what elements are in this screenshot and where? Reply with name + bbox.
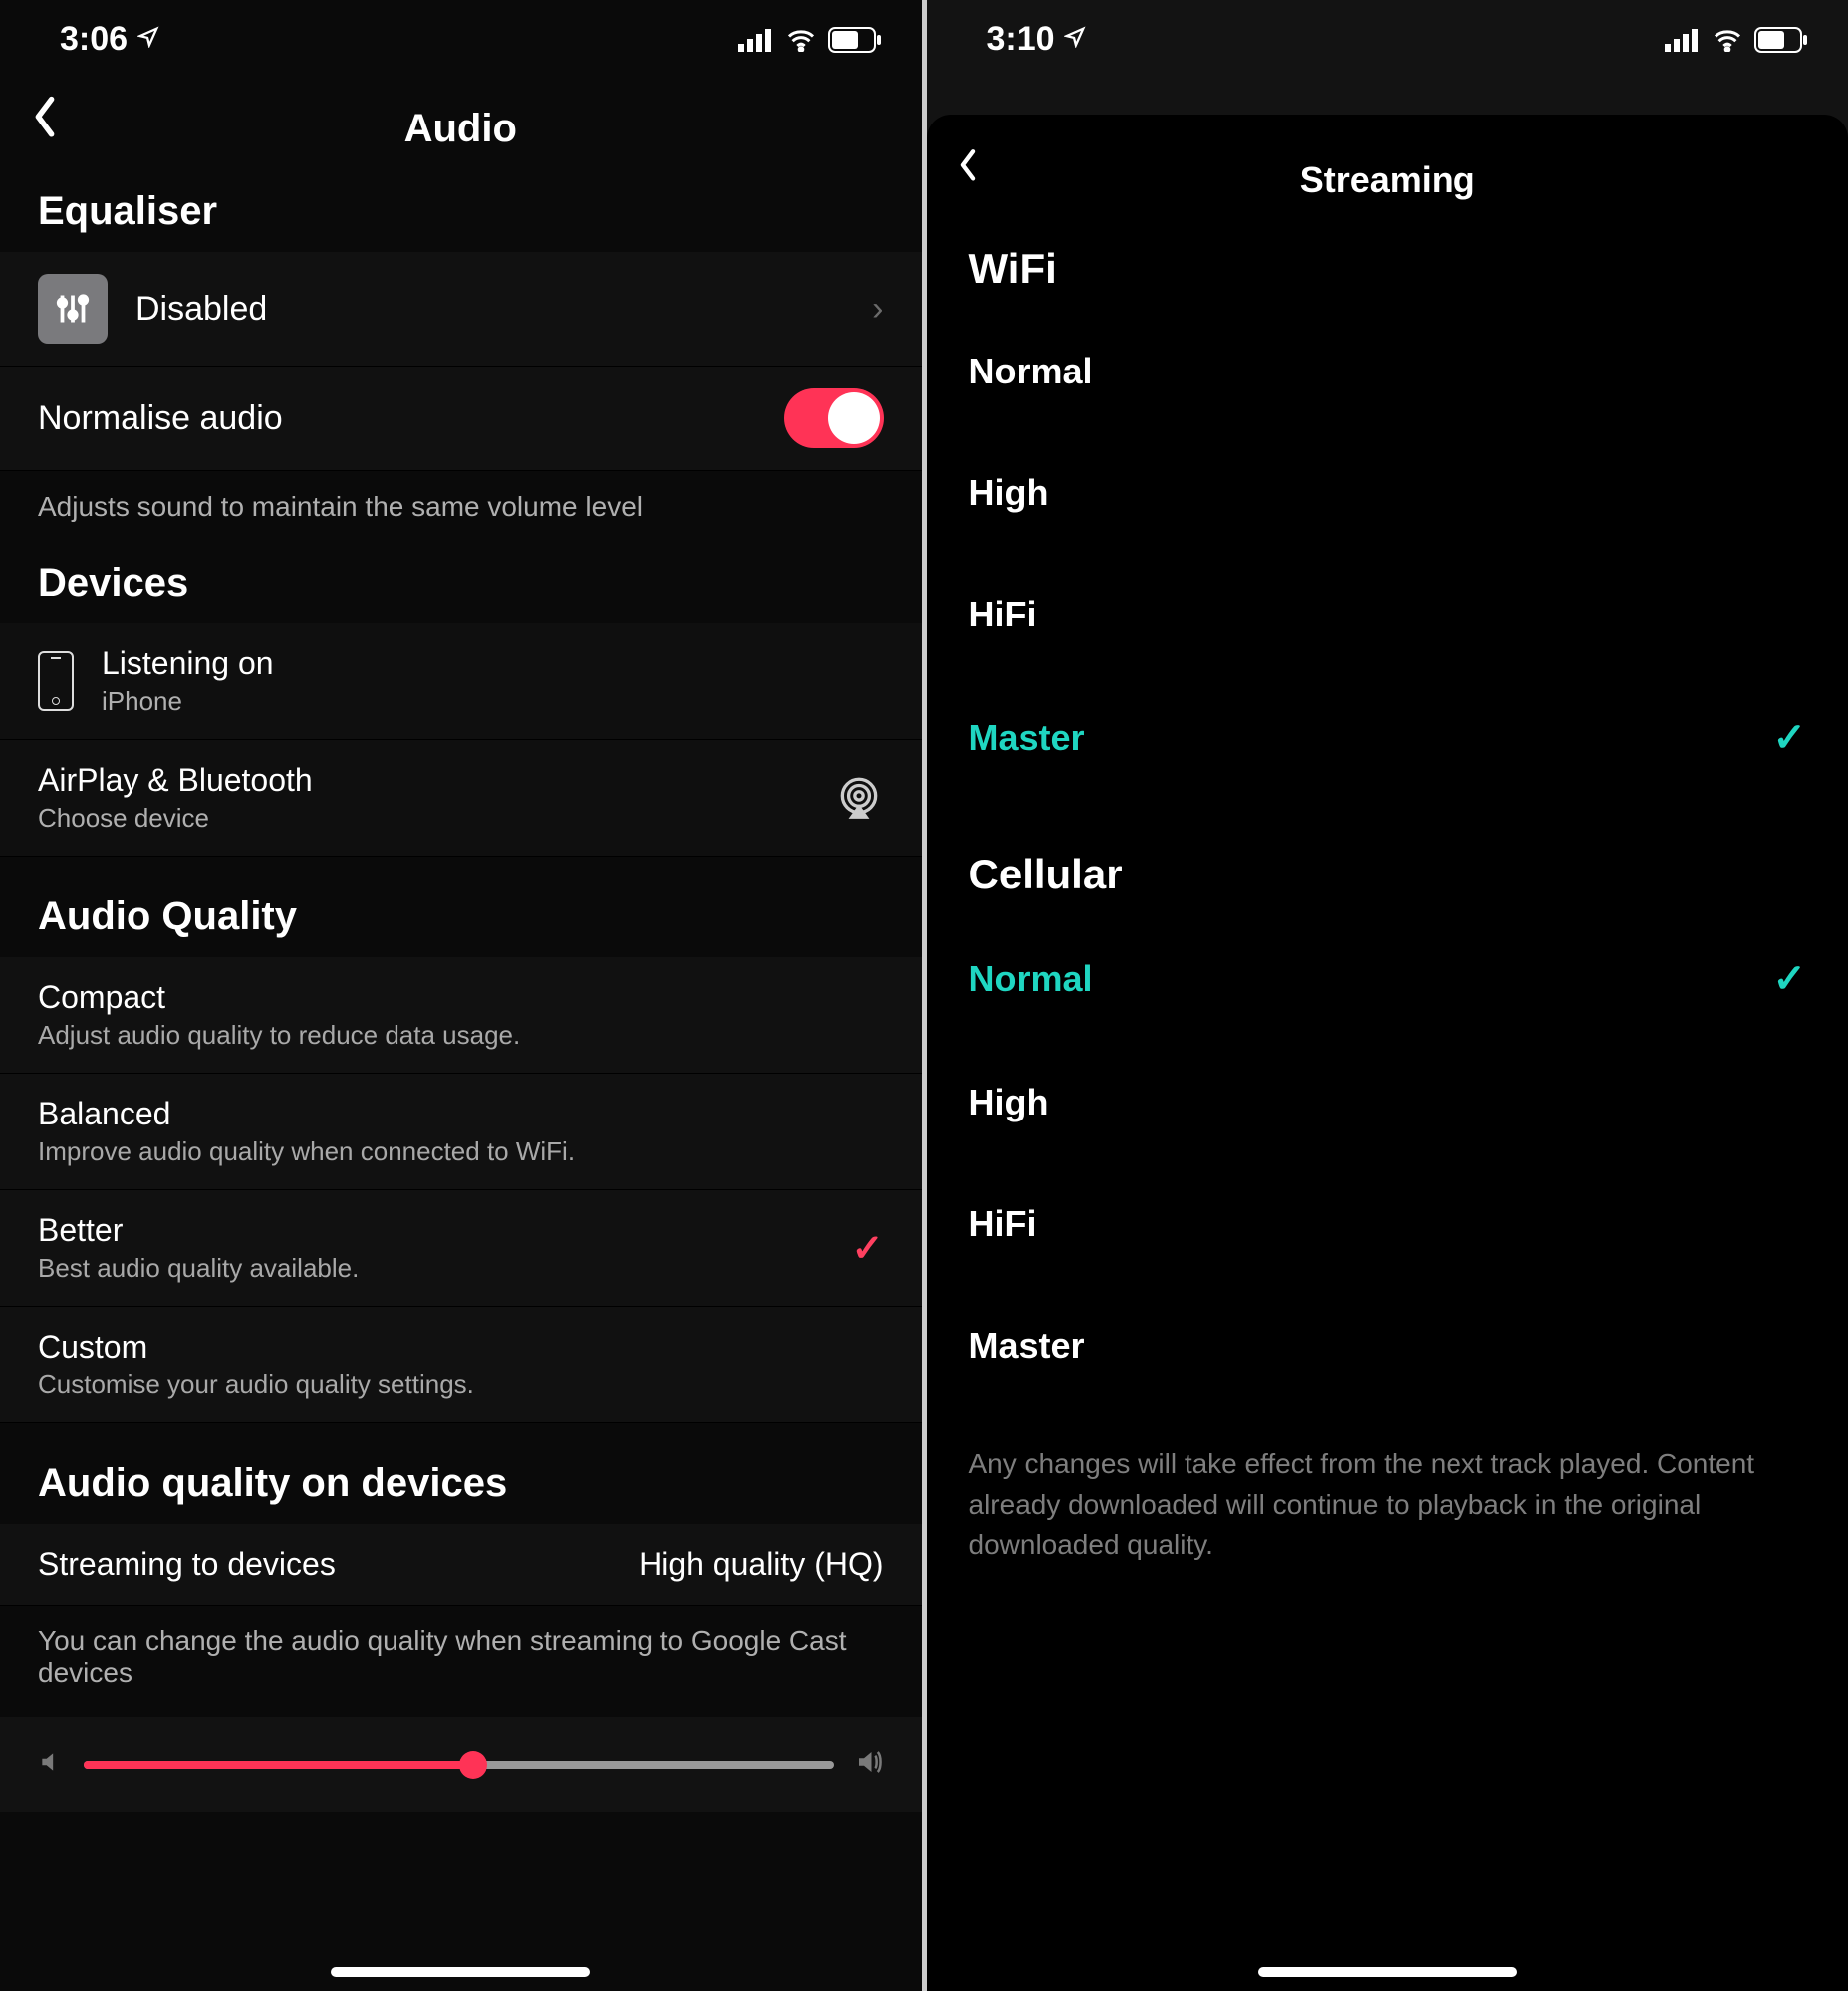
- streaming-to-devices-row[interactable]: Streaming to devices High quality (HQ): [0, 1524, 922, 1606]
- listening-row[interactable]: Listening on iPhone: [0, 623, 922, 740]
- normalise-row[interactable]: Normalise audio: [0, 367, 922, 471]
- nav-header: Streaming: [927, 115, 1848, 229]
- chevron-right-icon: ›: [872, 290, 883, 329]
- airplay-sub: Choose device: [38, 803, 313, 834]
- location-icon: [137, 26, 159, 48]
- streaming-devices-value: High quality (HQ): [639, 1546, 883, 1583]
- volume-slider-area: [0, 1717, 922, 1812]
- streaming-footer-note: Any changes will take effect from the ne…: [927, 1406, 1848, 1604]
- wifi-option-normal[interactable]: Normal: [927, 311, 1848, 432]
- streaming-devices-desc: You can change the audio quality when st…: [0, 1606, 922, 1717]
- normalise-label: Normalise audio: [38, 399, 283, 438]
- section-wifi-heading: WiFi: [927, 229, 1848, 311]
- battery-icon: [1754, 27, 1808, 53]
- listening-device: iPhone: [102, 686, 274, 717]
- check-icon: ✓: [852, 1226, 884, 1271]
- quality-option-compact[interactable]: CompactAdjust audio quality to reduce da…: [0, 957, 922, 1074]
- section-devices-heading: Devices: [0, 551, 922, 623]
- equaliser-state: Disabled: [135, 290, 267, 329]
- back-button[interactable]: [957, 147, 979, 191]
- section-equaliser-heading: Equaliser: [0, 181, 922, 252]
- page-title: Audio: [404, 107, 517, 151]
- status-icons: [1665, 27, 1808, 53]
- wifi-icon: [784, 28, 818, 52]
- quality-option-balanced[interactable]: BalancedImprove audio quality when conne…: [0, 1074, 922, 1190]
- section-cellular-heading: Cellular: [927, 801, 1848, 916]
- location-icon: [1064, 26, 1086, 48]
- back-button[interactable]: [30, 95, 60, 150]
- streaming-devices-label: Streaming to devices: [38, 1546, 336, 1583]
- airplay-title: AirPlay & Bluetooth: [38, 762, 313, 799]
- normalise-toggle[interactable]: [784, 388, 884, 448]
- page-title: Streaming: [1300, 159, 1475, 201]
- battery-icon: [828, 27, 882, 53]
- chevron-left-icon: [30, 95, 60, 138]
- normalise-desc: Adjusts sound to maintain the same volum…: [0, 471, 922, 551]
- wifi-option-hifi[interactable]: HiFi: [927, 554, 1848, 675]
- signal-icon: [738, 28, 774, 52]
- wifi-option-master[interactable]: Master✓: [927, 675, 1848, 801]
- status-time: 3:06: [60, 20, 159, 59]
- volume-slider[interactable]: [84, 1761, 834, 1769]
- status-icons: [738, 27, 882, 53]
- quality-option-custom[interactable]: CustomCustomise your audio quality setti…: [0, 1307, 922, 1423]
- cellular-option-master[interactable]: Master: [927, 1285, 1848, 1406]
- section-quality-heading: Audio Quality: [0, 857, 922, 957]
- iphone-icon: [38, 651, 74, 711]
- wifi-icon: [1711, 28, 1744, 52]
- wifi-option-high[interactable]: High: [927, 432, 1848, 554]
- airplay-row[interactable]: AirPlay & Bluetooth Choose device: [0, 740, 922, 857]
- check-icon: ✓: [1772, 715, 1806, 761]
- home-indicator[interactable]: [331, 1967, 590, 1977]
- airplay-icon: [834, 773, 884, 823]
- cellular-option-hifi[interactable]: HiFi: [927, 1163, 1848, 1285]
- section-quality-devices-heading: Audio quality on devices: [0, 1423, 922, 1524]
- home-indicator[interactable]: [1258, 1967, 1517, 1977]
- screen-audio: 3:06 Audio Equaliser Disabled › Normalis…: [0, 0, 927, 1991]
- nav-header: Audio: [0, 69, 922, 181]
- cellular-option-normal[interactable]: Normal✓: [927, 916, 1848, 1042]
- volume-low-icon: [38, 1749, 64, 1780]
- status-bar: 3:10: [927, 0, 1848, 69]
- cellular-option-high[interactable]: High: [927, 1042, 1848, 1163]
- equaliser-row[interactable]: Disabled ›: [0, 252, 922, 367]
- screen-streaming: 3:10 Streaming WiFi Normal High HiFi Mas…: [927, 0, 1848, 1991]
- listening-title: Listening on: [102, 645, 274, 682]
- volume-high-icon: [854, 1747, 884, 1782]
- signal-icon: [1665, 28, 1701, 52]
- check-icon: ✓: [1772, 956, 1806, 1002]
- quality-option-better[interactable]: BetterBest audio quality available. ✓: [0, 1190, 922, 1307]
- chevron-left-icon: [957, 147, 979, 181]
- status-time: 3:10: [987, 20, 1087, 59]
- equaliser-icon: [38, 274, 108, 344]
- status-bar: 3:06: [0, 0, 922, 69]
